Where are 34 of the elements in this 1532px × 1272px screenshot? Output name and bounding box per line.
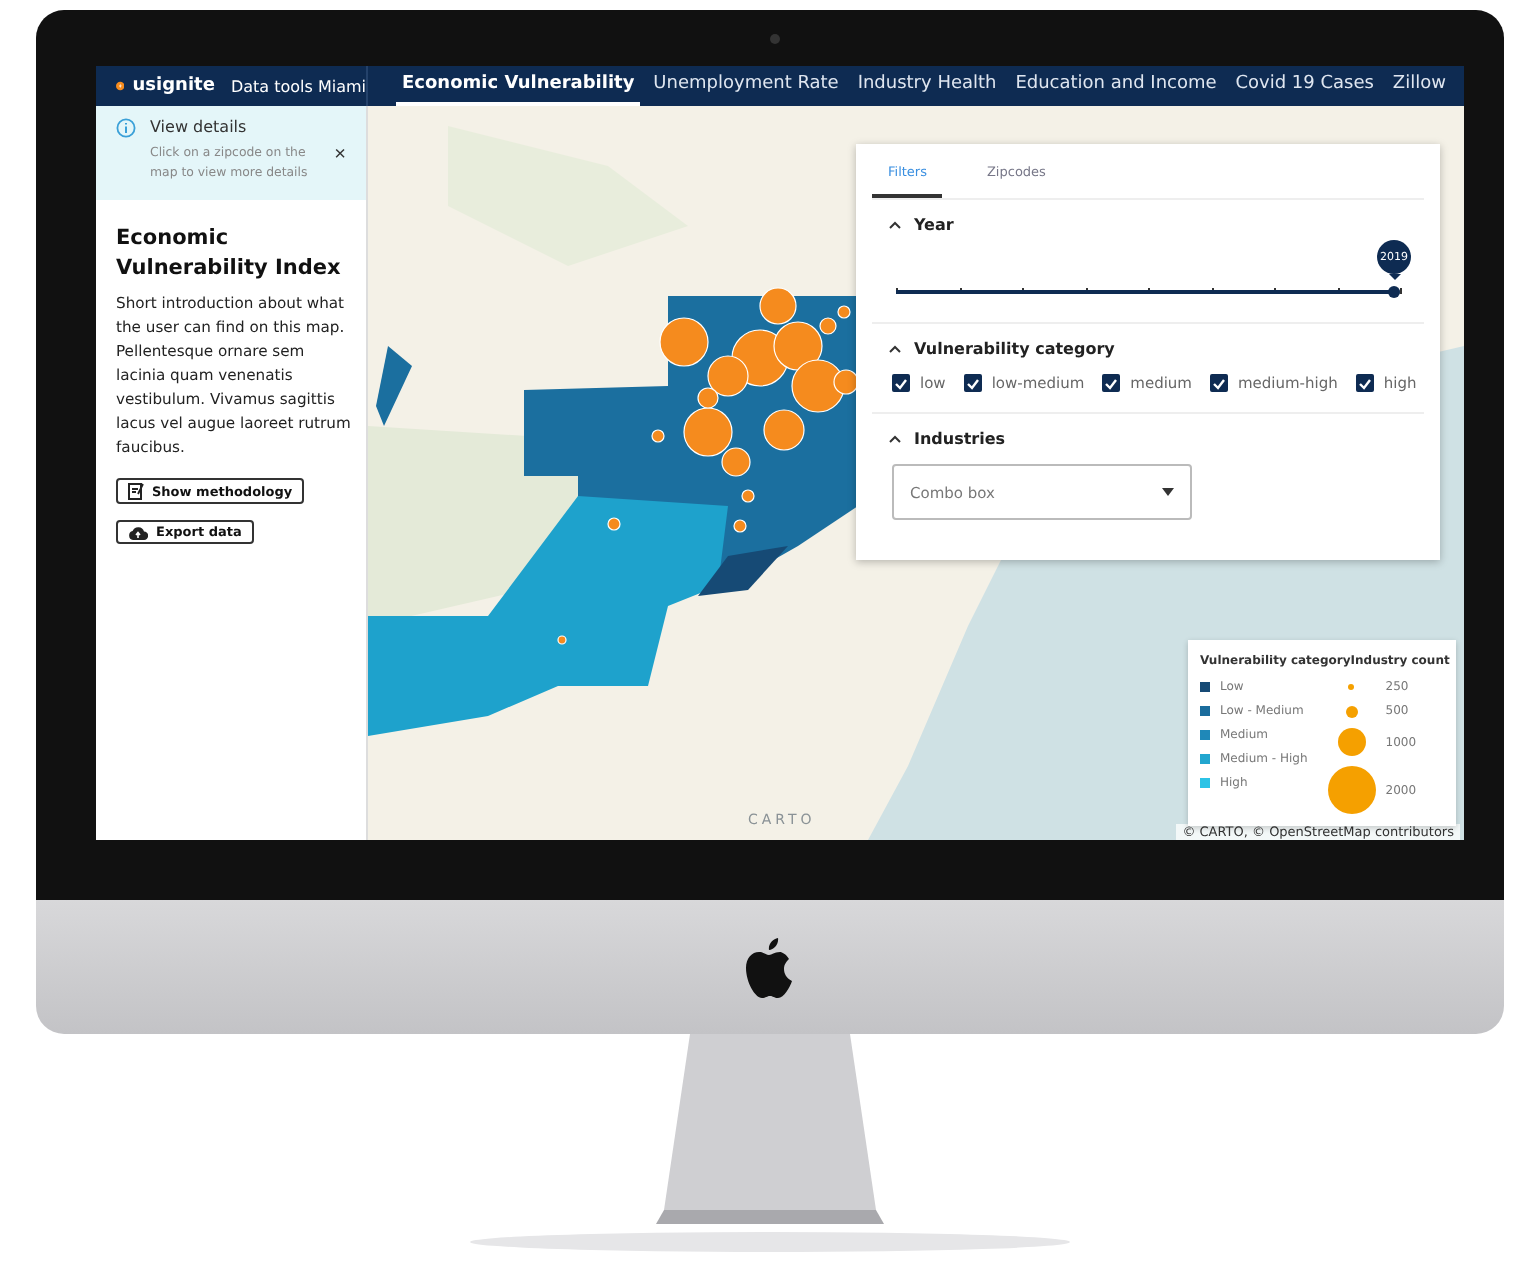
dropdown-caret-icon — [1162, 488, 1174, 496]
brand-logo-icon — [116, 76, 125, 96]
checkbox[interactable] — [1355, 374, 1374, 392]
nav-tab[interactable]: Covid 19 Cases — [1229, 66, 1380, 106]
cloud-upload-icon — [128, 525, 148, 539]
brand-name: usignite — [132, 76, 215, 96]
section-title: Industries — [914, 430, 1006, 448]
camera-icon — [770, 34, 780, 44]
notice-title: View details — [150, 118, 249, 138]
nav-tab[interactable]: Industry Health — [851, 66, 1003, 106]
slider-track[interactable] — [896, 286, 1400, 298]
bubble-size-icon — [1337, 728, 1366, 756]
bubble-size-icon — [1348, 684, 1355, 690]
nav-tab[interactable]: Education and Income — [1009, 66, 1223, 106]
page-title: Economic Vulnerability Index — [116, 224, 343, 284]
checkbox[interactable] — [963, 374, 982, 392]
chevron-up-icon[interactable] — [888, 344, 902, 354]
section-title: Vulnerability category — [914, 340, 1115, 358]
slider-thumb[interactable] — [1388, 286, 1400, 298]
nav-tab[interactable]: Unemployment Rate — [647, 66, 845, 106]
nav-tab[interactable]: Zillow — [1386, 66, 1452, 106]
chevron-up-icon[interactable] — [888, 220, 902, 230]
section-title: Year — [914, 216, 954, 234]
checkbox[interactable] — [1209, 374, 1228, 392]
logo-icon — [742, 935, 798, 999]
bubble-size-icon — [1327, 766, 1376, 814]
chevron-up-icon[interactable] — [888, 434, 902, 444]
close-button[interactable]: × — [330, 144, 350, 166]
checkbox[interactable] — [892, 374, 910, 392]
checkbox[interactable] — [1102, 374, 1121, 392]
info-icon — [116, 118, 136, 138]
document-edit-icon — [128, 482, 144, 500]
bubble-size-icon — [1345, 705, 1358, 717]
product-name: Data tools Miami — [230, 77, 366, 95]
